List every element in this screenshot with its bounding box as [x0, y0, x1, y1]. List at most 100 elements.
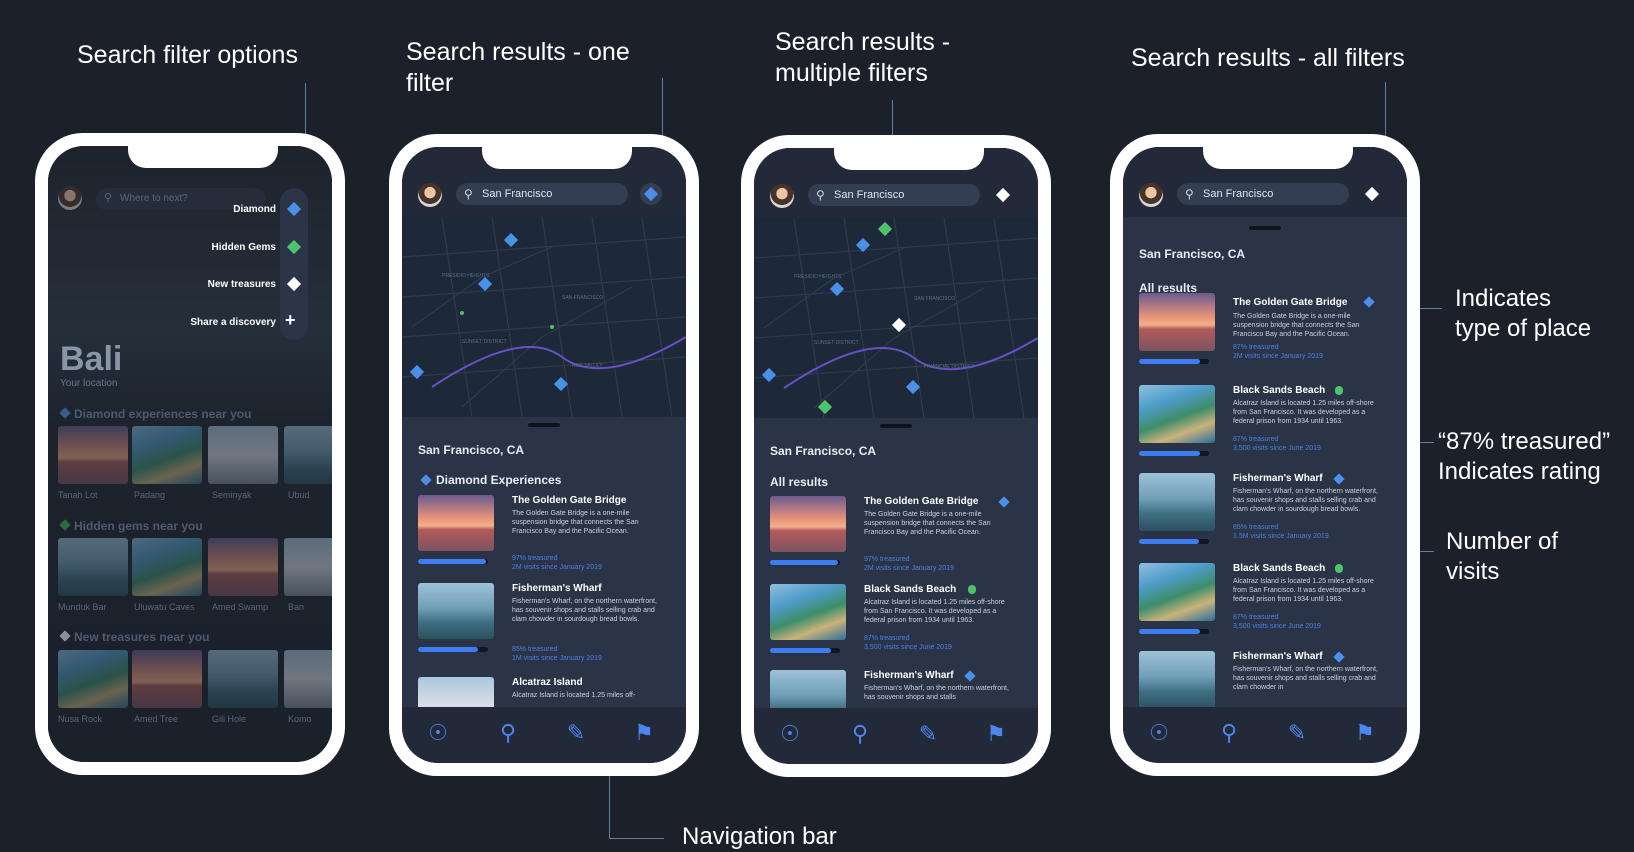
profile-icon[interactable]: ☉ [776, 720, 804, 748]
annotation-visits: Number of visits [1446, 528, 1559, 585]
pencil-icon[interactable]: ✎ [562, 719, 590, 747]
search-query: San Francisco [834, 189, 905, 201]
place-label: Munduk Bar [58, 602, 107, 612]
place-label: Tanah Lot [58, 490, 98, 500]
avatar[interactable] [418, 183, 442, 207]
notch [482, 147, 632, 169]
diamond-icon [420, 474, 432, 486]
bookmark-icon[interactable]: ⚑ [630, 719, 658, 747]
place-photo [1139, 563, 1215, 621]
result-card[interactable]: Fisherman's Wharf Fisherman's Wharf, on … [1139, 473, 1399, 553]
card-description: The Golden Gate Bridge is a one-mile sus… [1233, 313, 1360, 338]
avatar[interactable] [770, 184, 794, 208]
place-tile[interactable] [132, 538, 202, 596]
profile-icon[interactable]: ☉ [424, 719, 452, 747]
rating-bar [418, 647, 488, 652]
place-tile[interactable] [58, 650, 128, 708]
filter-toggle-icon[interactable] [1364, 186, 1380, 202]
map[interactable]: SAN FRANCISCO PRESIDIO HEIGHTS SUNSET DI… [754, 218, 1038, 418]
map[interactable]: SAN FRANCISCO PRESIDIO HEIGHTS SUNSET DI… [402, 217, 686, 417]
map-label: SUNSET DISTRICT [814, 340, 859, 346]
result-card[interactable]: Black Sands Beach Alcatraz Island is loc… [1139, 563, 1399, 643]
hidden-gem-icon [1335, 564, 1343, 573]
card-title: Black Sands Beach [864, 584, 957, 595]
pencil-icon[interactable]: ✎ [914, 720, 942, 748]
place-tile[interactable] [132, 426, 202, 484]
filter-option-hidden-gems[interactable]: Hidden Gems [212, 242, 276, 253]
card-rating: 97% treasured [864, 556, 910, 563]
filter-option-diamond[interactable]: Diamond [233, 204, 276, 215]
search-icon: ⚲ [464, 187, 473, 201]
diamond-icon [1333, 473, 1345, 485]
filter-option-new-treasures[interactable]: New treasures [208, 279, 276, 290]
place-tile[interactable] [284, 538, 332, 596]
place-tile[interactable] [58, 426, 128, 484]
search-icon[interactable]: ⚲ [494, 719, 522, 747]
annotation-filter-options: Search filter options [77, 41, 298, 69]
place-photo [1139, 651, 1215, 709]
card-rating: 85% treasured [512, 646, 558, 653]
diamond-icon [964, 670, 976, 682]
pencil-icon[interactable]: ✎ [1283, 719, 1311, 747]
results-panel: San Francisco, CA All results The Golden… [1123, 217, 1407, 709]
navigation-bar: ☉ ⚲ ✎ ⚑ [1123, 707, 1407, 763]
map-label: PRESIDIO HEIGHTS [794, 274, 842, 280]
section-title: Hidden gems near you [74, 519, 203, 533]
result-card[interactable]: The Golden Gate Bridge The Golden Gate B… [1139, 293, 1399, 373]
search-icon[interactable]: ⚲ [846, 720, 874, 748]
place-tile[interactable] [284, 426, 332, 484]
place-tile[interactable] [208, 650, 278, 708]
card-description: Fisherman's Wharf, on the northern water… [512, 598, 657, 623]
card-visits: 1.5M visits since January 2019 [1233, 533, 1329, 540]
drag-handle[interactable] [528, 423, 560, 427]
result-card[interactable]: The Golden Gate Bridge The Golden Gate B… [418, 495, 678, 575]
place-label: Ubud [288, 490, 310, 500]
place-label: Amed Swamp [212, 602, 269, 612]
card-title: The Golden Gate Bridge [1233, 297, 1348, 308]
bookmark-icon[interactable]: ⚑ [982, 720, 1010, 748]
drag-handle[interactable] [880, 424, 912, 428]
location-title: San Francisco, CA [1139, 247, 1246, 261]
place-tile[interactable] [284, 650, 332, 708]
card-rating: 87% treasured [1233, 436, 1279, 443]
card-description: Alcatraz Island is located 1.25 miles of… [512, 692, 636, 699]
search-icon[interactable]: ⚲ [1215, 719, 1243, 747]
result-card[interactable]: The Golden Gate Bridge The Golden Gate B… [770, 496, 1030, 576]
annotation-type-of-place: Indicates type of place [1455, 285, 1592, 342]
place-tile[interactable] [132, 650, 202, 708]
avatar[interactable] [1139, 183, 1163, 207]
card-title: Black Sands Beach [1233, 385, 1326, 396]
search-input[interactable]: ⚲ San Francisco [456, 183, 628, 205]
card-rating: 87% treasured [1233, 344, 1279, 351]
place-label: Ban [288, 602, 305, 612]
avatar[interactable] [58, 186, 82, 210]
annotation-rating: “87% treasured” Indicates rating [1438, 428, 1611, 485]
card-description: The Golden Gate Bridge is a one-mile sus… [864, 511, 991, 536]
card-title: The Golden Gate Bridge [512, 495, 627, 506]
place-tile[interactable] [208, 426, 278, 484]
filter-toggle-icon[interactable] [995, 187, 1011, 203]
search-input[interactable]: ⚲ San Francisco [808, 184, 980, 206]
search-input[interactable]: ⚲ San Francisco [1177, 183, 1349, 205]
place-photo [418, 495, 494, 551]
notch [1203, 147, 1353, 169]
place-tile[interactable] [58, 538, 128, 596]
rating-bar [418, 559, 488, 564]
card-visits: 2M visits since January 2019 [512, 564, 602, 571]
drag-handle[interactable] [1249, 226, 1281, 230]
hidden-gem-icon [1335, 386, 1343, 395]
plus-icon[interactable]: + [285, 310, 296, 331]
result-card[interactable]: Black Sands Beach Alcatraz Island is loc… [1139, 385, 1399, 465]
result-card[interactable]: Black Sands Beach Alcatraz Island is loc… [770, 584, 1030, 664]
profile-icon[interactable]: ☉ [1145, 719, 1173, 747]
place-tile[interactable] [208, 538, 278, 596]
place-photo [1139, 473, 1215, 531]
card-description: Alcatraz Island is located 1.25 miles of… [1233, 400, 1374, 425]
result-card[interactable]: Fisherman's Wharf Fisherman's Wharf, on … [418, 583, 678, 663]
place-label: Komo [288, 714, 312, 724]
bookmark-icon[interactable]: ⚑ [1351, 719, 1379, 747]
card-title: Black Sands Beach [1233, 563, 1326, 574]
filter-option-share[interactable]: Share a discovery [190, 317, 276, 328]
card-title: The Golden Gate Bridge [864, 496, 979, 507]
navigation-bar: ☉ ⚲ ✎ ⚑ [754, 708, 1038, 764]
